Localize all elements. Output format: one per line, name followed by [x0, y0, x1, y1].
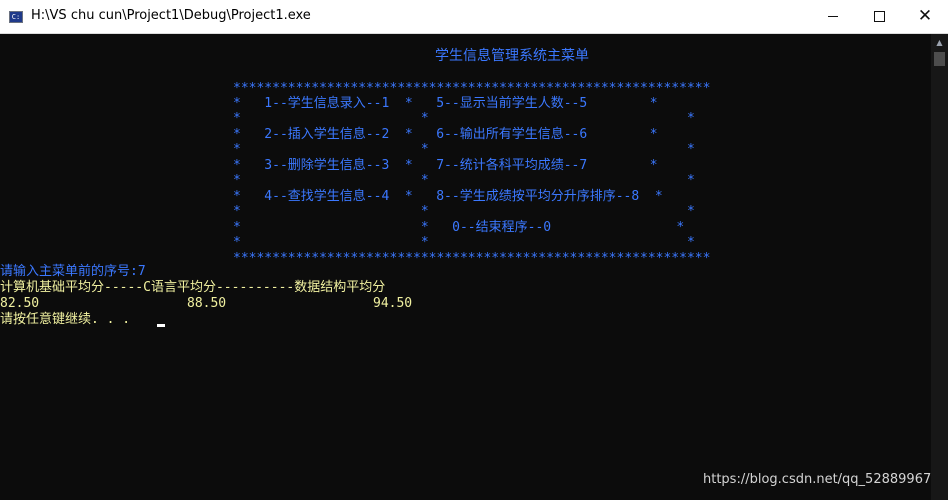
- scroll-thumb[interactable]: [934, 52, 945, 66]
- menu-row: * * *: [233, 204, 695, 219]
- menu-row: * * 0--结束程序--0 *: [233, 220, 685, 235]
- maximize-button[interactable]: [856, 0, 902, 33]
- text-cursor: [157, 324, 165, 327]
- menu-row: * 4--查找学生信息--4 * 8--学生成绩按平均分升序排序--8 *: [233, 189, 663, 204]
- menu-row: * * *: [233, 235, 695, 250]
- vertical-scrollbar[interactable]: ▲: [931, 34, 948, 500]
- title-bar[interactable]: C: H:\VS chu cun\Project1\Debug\Project1…: [0, 0, 948, 34]
- close-button[interactable]: ✕: [902, 0, 948, 33]
- watermark: https://blog.csdn.net/qq_52889967: [703, 472, 932, 487]
- average-c-language: 88.50: [187, 296, 227, 311]
- close-icon: ✕: [917, 6, 933, 26]
- minimize-icon: [828, 16, 838, 17]
- input-prompt: 请输入主菜单前的序号:7: [0, 264, 146, 279]
- menu-row: * * *: [233, 111, 695, 126]
- minimize-button[interactable]: [810, 0, 856, 33]
- menu-row: * * *: [233, 142, 695, 157]
- console-output[interactable]: 学生信息管理系统主菜单 ****************************…: [0, 34, 931, 500]
- menu-row: * 2--插入学生信息--2 * 6--输出所有学生信息--6 *: [233, 127, 658, 142]
- menu-row: * 3--删除学生信息--3 * 7--统计各科平均成绩--7 *: [233, 158, 658, 173]
- menu-border-top: ****************************************…: [233, 81, 711, 96]
- averages-header: 计算机基础平均分-----C语言平均分----------数据结构平均分: [0, 280, 386, 295]
- menu-border-bottom: ****************************************…: [233, 251, 711, 266]
- menu-title: 学生信息管理系统主菜单: [435, 48, 589, 64]
- menu-row: * 1--学生信息录入--1 * 5--显示当前学生人数--5 *: [233, 96, 658, 111]
- average-data-structures: 94.50: [373, 296, 413, 311]
- continue-message: 请按任意键继续. . .: [0, 312, 131, 327]
- scroll-up-icon[interactable]: ▲: [931, 34, 948, 51]
- window-title: H:\VS chu cun\Project1\Debug\Project1.ex…: [31, 8, 311, 23]
- menu-row: * * *: [233, 173, 695, 188]
- average-computer-basics: 82.50: [0, 296, 40, 311]
- maximize-icon: [873, 11, 885, 22]
- console-app-icon[interactable]: C:: [9, 11, 23, 23]
